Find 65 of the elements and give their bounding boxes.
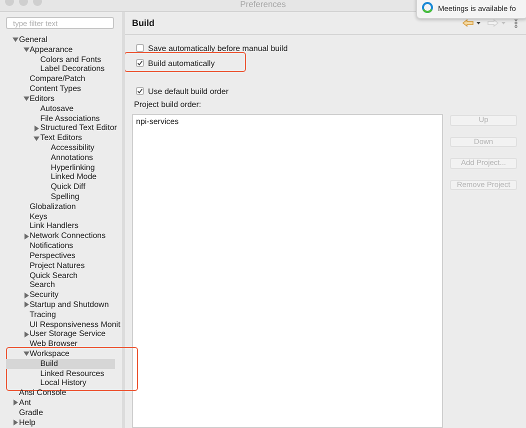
- tree-item[interactable]: Editors: [6, 94, 115, 104]
- tree-item[interactable]: Startup and Shutdown: [6, 300, 115, 310]
- tree-item[interactable]: Network Connections: [6, 231, 115, 242]
- collapse-arrow-icon[interactable]: [22, 350, 30, 358]
- tree-item[interactable]: Quick Search: [6, 270, 115, 280]
- tree-item[interactable]: Security: [6, 290, 115, 300]
- collapse-arrow-icon[interactable]: [12, 36, 19, 44]
- tree-item[interactable]: User Storage Service: [6, 329, 115, 340]
- tree-item[interactable]: Colors and Fonts: [6, 54, 115, 64]
- tree-item[interactable]: Compare/Patch: [6, 74, 115, 84]
- collapse-arrow-icon[interactable]: [22, 95, 30, 102]
- tree-item[interactable]: Tracing: [6, 310, 115, 320]
- tree-item[interactable]: Help: [6, 418, 115, 428]
- tree-item[interactable]: Label Decorations: [6, 64, 115, 74]
- checkbox-label: Build automatically: [148, 58, 215, 68]
- expand-arrow-icon[interactable]: [22, 301, 30, 308]
- expand-arrow-icon[interactable]: [22, 330, 30, 338]
- tree-item[interactable]: Accessibility: [6, 142, 115, 153]
- tree-item[interactable]: Notifications: [6, 241, 115, 251]
- expand-arrow-icon[interactable]: [12, 399, 19, 406]
- expand-arrow-icon[interactable]: [33, 124, 40, 132]
- tree-item[interactable]: Hyperlinking: [6, 162, 115, 172]
- expand-arrow-icon[interactable]: [22, 292, 30, 299]
- section-label: Project build order:: [134, 100, 202, 110]
- tree-item[interactable]: Search: [6, 280, 115, 290]
- tree-item[interactable]: Autosave: [6, 104, 115, 114]
- collapse-arrow-icon[interactable]: [22, 46, 30, 54]
- checkbox[interactable]: [136, 59, 144, 67]
- tree-item[interactable]: Web Browser: [6, 339, 115, 349]
- checkbox[interactable]: [136, 44, 144, 52]
- page-title: Build: [132, 18, 156, 28]
- tree-item[interactable]: Build: [6, 358, 115, 369]
- tree-item[interactable]: Ant: [6, 398, 115, 408]
- window-title: Preferences: [240, 0, 286, 9]
- tree-item[interactable]: Spelling: [6, 192, 115, 202]
- expand-arrow-icon[interactable]: [12, 419, 19, 426]
- tree-item[interactable]: File Associations: [6, 114, 115, 124]
- tree-item[interactable]: Local History: [6, 378, 115, 388]
- tree-item[interactable]: Keys: [6, 212, 115, 222]
- tree-item[interactable]: Appearance: [6, 44, 115, 55]
- tree-item[interactable]: Text Editors: [6, 133, 115, 143]
- checkbox[interactable]: [136, 87, 144, 95]
- menu-icon[interactable]: [514, 18, 518, 28]
- collapse-arrow-icon[interactable]: [33, 134, 40, 142]
- tree-item[interactable]: Workspace: [6, 349, 115, 359]
- tree-item[interactable]: Structured Text Editor: [6, 123, 117, 134]
- tree-item[interactable]: Globalization: [6, 202, 115, 212]
- tree-item[interactable]: Annotations: [6, 152, 115, 163]
- app-logo-icon: [422, 2, 433, 13]
- tree-item[interactable]: Gradle: [6, 408, 115, 418]
- tree-item[interactable]: Ansi Console: [6, 388, 115, 398]
- tree-item[interactable]: Project Natures: [6, 260, 115, 270]
- tree-item[interactable]: Quick Diff: [6, 182, 115, 192]
- dropdown-caret-icon[interactable]: [476, 21, 481, 25]
- tree-item[interactable]: Linked Resources: [6, 368, 115, 378]
- tree-item[interactable]: Link Handlers: [6, 221, 115, 232]
- checkbox-label: Use default build order: [148, 86, 228, 96]
- tree-item[interactable]: UI Responsiveness Monit: [6, 320, 120, 330]
- tree-item[interactable]: Linked Mode: [6, 172, 115, 182]
- tree-item[interactable]: General: [6, 35, 115, 45]
- tree-item[interactable]: Perspectives: [6, 250, 115, 261]
- expand-arrow-icon[interactable]: [22, 232, 30, 240]
- list-item[interactable]: npi-services: [136, 117, 439, 126]
- checkbox-label: Save automatically before manual build: [148, 44, 288, 52]
- tree-item[interactable]: Content Types: [6, 84, 115, 94]
